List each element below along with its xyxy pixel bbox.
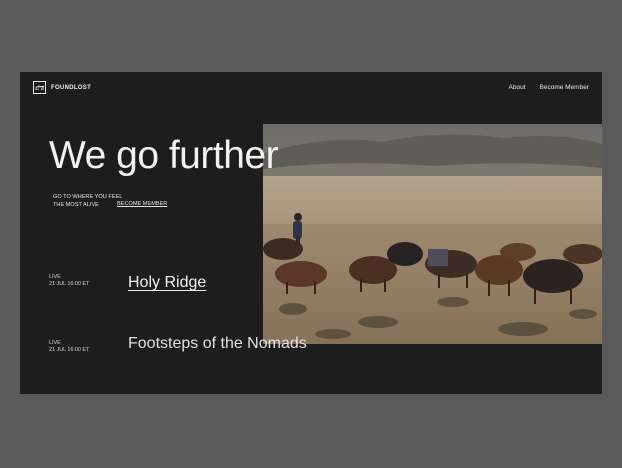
- event-datetime: 21 JUL 16:00 ET: [49, 281, 90, 287]
- event-status: LIVE: [49, 274, 61, 280]
- event-datetime: 21 JUL 16:00 ET: [49, 347, 90, 353]
- camel-icon: [33, 81, 46, 94]
- event-title-link[interactable]: Footsteps of the Nomads: [128, 335, 307, 353]
- event-status: LIVE: [49, 340, 61, 346]
- top-nav: About Become Member: [509, 84, 590, 91]
- become-member-link[interactable]: BECOME MEMBER: [117, 201, 167, 207]
- hero-headline: We go further: [49, 134, 279, 177]
- event-meta: LIVE 21 JUL 16:00 ET: [49, 274, 119, 288]
- nav-become-member-link[interactable]: Become Member: [540, 84, 590, 91]
- hero-photo: [263, 124, 602, 344]
- event-title-link[interactable]: Holy Ridge: [128, 274, 206, 292]
- brand-logo[interactable]: FOUNDLOST: [33, 81, 91, 94]
- event-meta: LIVE 21 JUL 16:00 ET: [49, 340, 119, 354]
- landing-frame: FOUNDLOST About Become Member We go furt…: [20, 72, 602, 394]
- tagline-line-1: GO TO WHERE YOU FEEL: [53, 194, 123, 200]
- nav-about-link[interactable]: About: [509, 84, 526, 91]
- brand-name: FOUNDLOST: [51, 84, 92, 91]
